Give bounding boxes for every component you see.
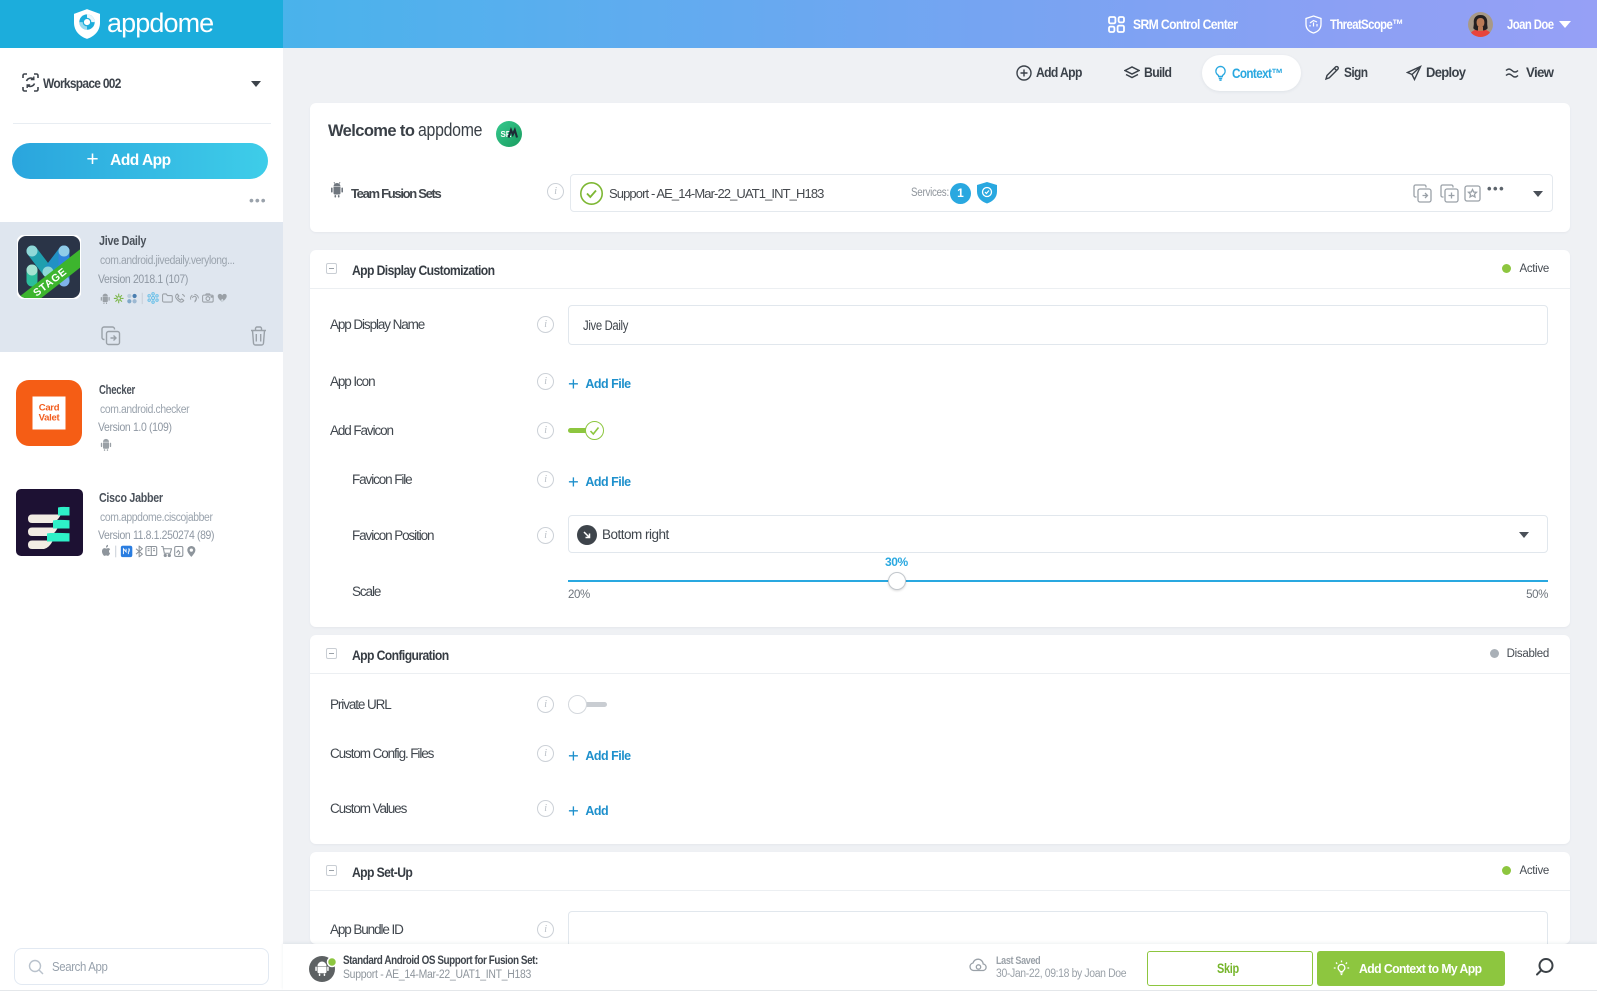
svg-text:Valet: Valet xyxy=(39,413,61,424)
